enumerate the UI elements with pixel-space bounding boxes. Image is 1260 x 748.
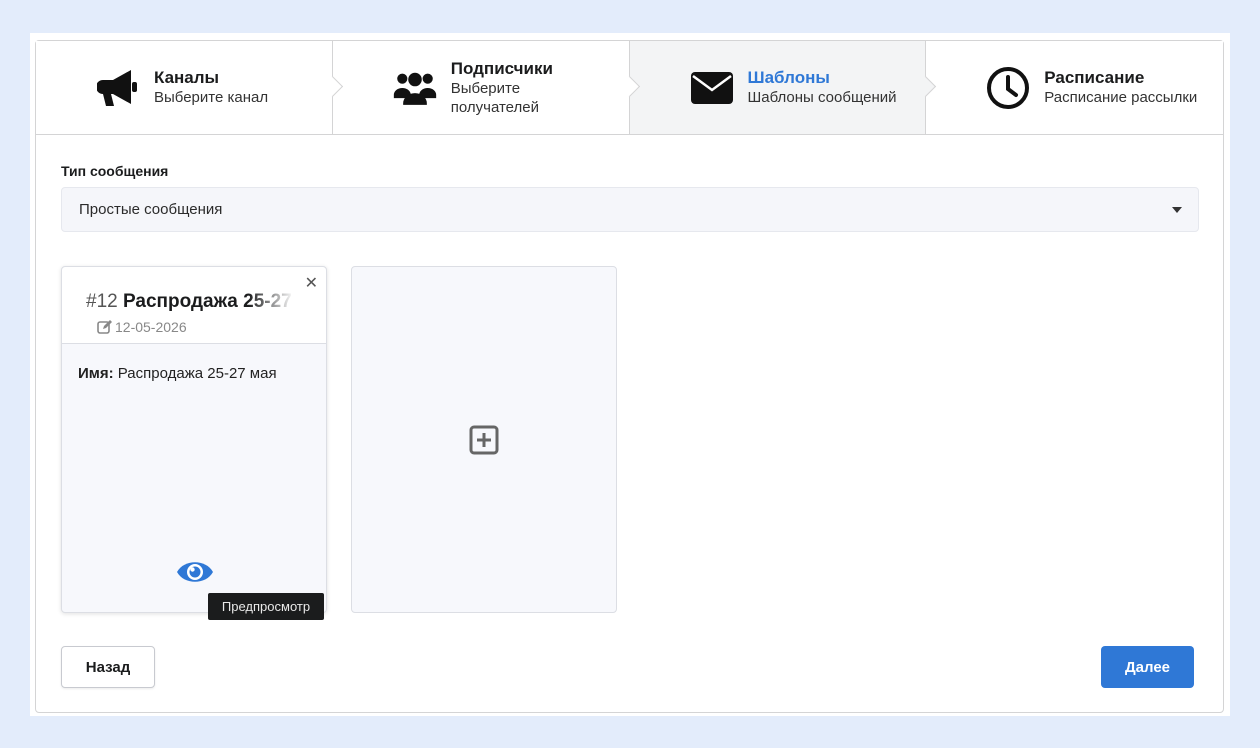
name-label: Имя: — [78, 365, 114, 382]
add-template-card[interactable] — [351, 266, 617, 613]
clock-icon — [986, 66, 1030, 110]
message-type-label: Тип сообщения — [61, 163, 169, 179]
step-title: Подписчики — [450, 58, 553, 78]
step-templates[interactable]: Шаблоны Шаблоны сообщений — [629, 41, 937, 134]
template-date: 12-05-2026 — [115, 319, 187, 335]
envelope-icon — [690, 66, 734, 110]
select-value: Простые сообщения — [79, 201, 223, 218]
preview-tooltip: Предпросмотр — [208, 593, 324, 620]
caret-down-icon — [1172, 207, 1182, 213]
back-button[interactable]: Назад — [61, 646, 155, 688]
step-title: Каналы — [154, 68, 220, 87]
next-button[interactable]: Далее — [1101, 646, 1194, 688]
edit-icon — [97, 320, 112, 334]
template-number: #12 — [86, 291, 118, 312]
step-desc: Выберите канал — [154, 89, 269, 106]
card-title: #12 Распродажа 25-27 — [86, 291, 294, 313]
steps-bar: Каналы Выберите канал Подписчики Выберит… — [36, 41, 1223, 135]
step-title: Расписание — [1044, 68, 1145, 87]
template-card[interactable]: #12 Распродажа 25-27 12-05-2026 ✕ Имя: Р… — [61, 266, 327, 613]
card-date: 12-05-2026 — [97, 319, 187, 335]
card-header: #12 Распродажа 25-27 12-05-2026 — [62, 267, 326, 344]
step-title: Шаблоны — [747, 68, 830, 87]
step-desc: Расписание рассылки — [1044, 89, 1198, 106]
eye-icon[interactable] — [176, 557, 214, 587]
close-icon[interactable]: ✕ — [305, 273, 318, 293]
step-channels[interactable]: Каналы Выберите канал — [36, 41, 343, 134]
message-type-select[interactable]: Простые сообщения — [61, 187, 1199, 232]
step-subscribers[interactable]: Подписчики Выберите получателей — [332, 41, 640, 134]
users-icon — [393, 66, 437, 110]
template-name: Имя: Распродажа 25-27 мая — [78, 365, 277, 382]
name-value: Распродажа 25-27 мая — [117, 365, 277, 382]
template-title: Распродажа 25-27 — [122, 291, 292, 312]
step-desc: Выберите получателей — [450, 79, 539, 116]
step-schedule[interactable]: Расписание Расписание рассылки — [926, 41, 1223, 134]
plus-square-icon — [469, 425, 499, 454]
step-desc: Шаблоны сообщений — [747, 89, 897, 106]
megaphone-icon — [96, 66, 140, 110]
